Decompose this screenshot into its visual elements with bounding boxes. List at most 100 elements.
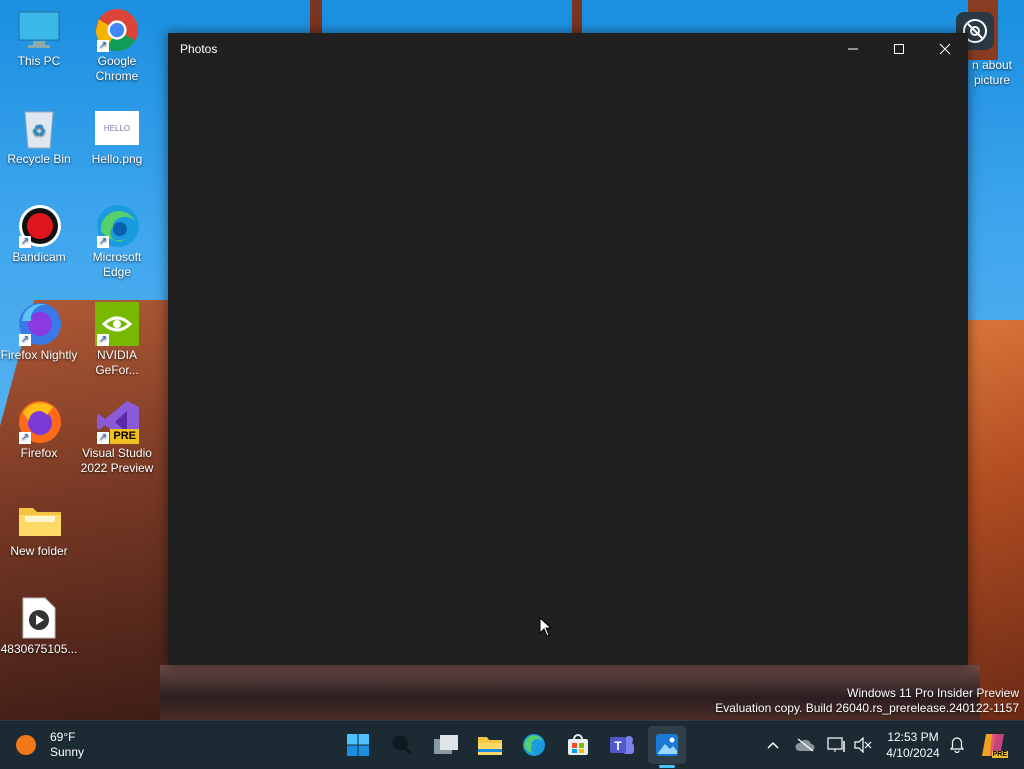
clock-time: 12:53 PM bbox=[887, 730, 939, 744]
teams-icon: T bbox=[610, 736, 634, 754]
shortcut-arrow-icon: ↗ bbox=[97, 236, 109, 248]
desktop-icon-label: New folder bbox=[10, 544, 68, 558]
photos-icon bbox=[656, 734, 678, 756]
desktop-icon-label: Visual Studio 2022 Preview bbox=[80, 446, 154, 475]
sun-icon bbox=[16, 735, 36, 755]
desktop-icon-bandicam[interactable]: ↗ Bandicam bbox=[0, 204, 78, 265]
firefox-nightly-icon: ↗ bbox=[17, 302, 61, 346]
edge-icon bbox=[523, 734, 545, 756]
desktop-icon-label: NVIDIA GeFor... bbox=[95, 348, 139, 377]
photos-window[interactable]: Photos bbox=[168, 33, 968, 665]
onedrive-button[interactable] bbox=[794, 721, 816, 769]
notifications-button[interactable] bbox=[946, 721, 968, 769]
desktop-icon-nvidia[interactable]: ↗ NVIDIA GeFor... bbox=[78, 302, 156, 378]
monitor-icon bbox=[17, 8, 61, 52]
close-icon bbox=[939, 43, 951, 55]
volume-button[interactable] bbox=[852, 721, 874, 769]
shortcut-arrow-icon: ↗ bbox=[97, 432, 109, 444]
shortcut-arrow-icon: ↗ bbox=[97, 334, 109, 346]
recycle-bin-icon: ♻ bbox=[17, 106, 61, 150]
windows-logo-icon bbox=[347, 734, 369, 756]
clock-button[interactable]: 12:53 PM 4/10/2024 bbox=[880, 721, 946, 769]
window-title: Photos bbox=[180, 42, 218, 56]
svg-text:T: T bbox=[614, 739, 622, 753]
wallpaper-bridge-right bbox=[964, 320, 1024, 720]
network-button[interactable] bbox=[826, 721, 848, 769]
weather-description: Sunny bbox=[50, 745, 85, 759]
desktop-icon-label: Google Chrome bbox=[95, 54, 139, 83]
file-explorer-button[interactable] bbox=[474, 729, 506, 761]
edge-icon: ↗ bbox=[95, 204, 139, 248]
teams-button[interactable]: T bbox=[606, 729, 638, 761]
desktop-icon-firefox[interactable]: ↗ Firefox bbox=[0, 400, 78, 461]
file-explorer-icon bbox=[478, 737, 502, 755]
watermark-line-1: Windows 11 Pro Insider Preview bbox=[847, 686, 1019, 700]
shortcut-arrow-icon: ↗ bbox=[19, 334, 31, 346]
bell-icon bbox=[950, 737, 964, 753]
folder-icon bbox=[17, 498, 61, 542]
shortcut-arrow-icon: ↗ bbox=[19, 236, 31, 248]
clock-date: 4/10/2024 bbox=[886, 746, 940, 760]
photos-taskbar-button[interactable] bbox=[648, 726, 686, 764]
copilot-icon: PRE bbox=[980, 732, 1008, 758]
cloud-offline-icon bbox=[795, 738, 815, 752]
mouse-cursor-icon bbox=[539, 617, 553, 637]
copilot-button[interactable]: PRE bbox=[978, 721, 1008, 769]
wallpaper-cable bbox=[310, 0, 322, 33]
task-view-button[interactable] bbox=[430, 729, 462, 761]
task-view-icon bbox=[434, 735, 458, 754]
desktop-icon-google-chrome[interactable]: ↗ Google Chrome bbox=[78, 8, 156, 84]
search-button[interactable] bbox=[386, 729, 418, 761]
minimize-icon bbox=[848, 48, 858, 50]
image-thumbnail-text: HELLO bbox=[95, 111, 139, 145]
firefox-icon: ↗ bbox=[17, 400, 61, 444]
photos-content-area[interactable] bbox=[168, 65, 968, 665]
desktop-icon-label: Recycle Bin bbox=[7, 152, 71, 166]
desktop-icon-label: Microsoft Edge bbox=[92, 250, 142, 279]
desktop-icon-label: Bandicam bbox=[12, 250, 66, 264]
wallpaper-cable bbox=[572, 0, 582, 33]
minimize-button[interactable] bbox=[830, 33, 876, 65]
desktop-icon-label: Firefox bbox=[20, 446, 58, 460]
watermark-line-2: Evaluation copy. Build 26040.rs_prerelea… bbox=[715, 701, 1019, 715]
chevron-up-icon bbox=[767, 741, 779, 749]
maximize-button[interactable] bbox=[876, 33, 922, 65]
desktop-icon-recycle-bin[interactable]: ♻ Recycle Bin bbox=[0, 106, 78, 167]
close-button[interactable] bbox=[922, 33, 968, 65]
taskbar: 69°F Sunny T 12:53 PM 4/10/2024 PRE bbox=[0, 720, 1024, 769]
desktop-icon-firefox-nightly[interactable]: ↗ Firefox Nightly bbox=[0, 302, 78, 363]
visual-studio-icon: PRE ↗ bbox=[95, 400, 139, 444]
store-button[interactable] bbox=[562, 729, 594, 761]
shortcut-arrow-icon: ↗ bbox=[97, 40, 109, 52]
desktop-icon-label: This PC bbox=[17, 54, 61, 68]
search-icon bbox=[392, 735, 413, 756]
learn-about-picture-label: n about picture bbox=[971, 58, 1013, 87]
nvidia-icon: ↗ bbox=[95, 302, 139, 346]
desktop-icon-video-file[interactable]: 4830675105... bbox=[0, 596, 78, 657]
video-file-icon bbox=[17, 596, 61, 640]
edge-taskbar-button[interactable] bbox=[518, 729, 550, 761]
start-button[interactable] bbox=[342, 729, 374, 761]
chrome-icon: ↗ bbox=[95, 8, 139, 52]
desktop-icon-this-pc[interactable]: This PC bbox=[0, 8, 78, 69]
desktop-icon-visual-studio[interactable]: PRE ↗ Visual Studio 2022 Preview bbox=[78, 400, 156, 476]
show-hidden-icons-button[interactable] bbox=[762, 721, 784, 769]
window-titlebar[interactable]: Photos bbox=[168, 33, 968, 65]
preview-badge: PRE bbox=[110, 429, 139, 444]
desktop-icon-hello-png[interactable]: HELLO Hello.png bbox=[78, 106, 156, 167]
svg-text:♻: ♻ bbox=[32, 123, 46, 140]
desktop-icon-new-folder[interactable]: New folder bbox=[0, 498, 78, 559]
network-icon bbox=[827, 737, 845, 752]
desktop-icon-label: Hello.png bbox=[91, 152, 143, 166]
record-icon: ↗ bbox=[17, 204, 61, 248]
image-file-icon: HELLO bbox=[95, 106, 139, 150]
desktop-icon-microsoft-edge[interactable]: ↗ Microsoft Edge bbox=[78, 204, 156, 280]
desktop-icon-label: Firefox Nightly bbox=[0, 348, 78, 362]
weather-temperature: 69°F bbox=[50, 730, 76, 744]
store-icon bbox=[568, 734, 588, 755]
shortcut-arrow-icon: ↗ bbox=[19, 432, 31, 444]
copilot-preview-badge: PRE bbox=[991, 751, 1008, 758]
desktop-icon-label: 4830675105... bbox=[0, 642, 78, 656]
weather-widget[interactable]: 69°F Sunny bbox=[14, 729, 104, 761]
volume-muted-icon bbox=[854, 737, 872, 753]
